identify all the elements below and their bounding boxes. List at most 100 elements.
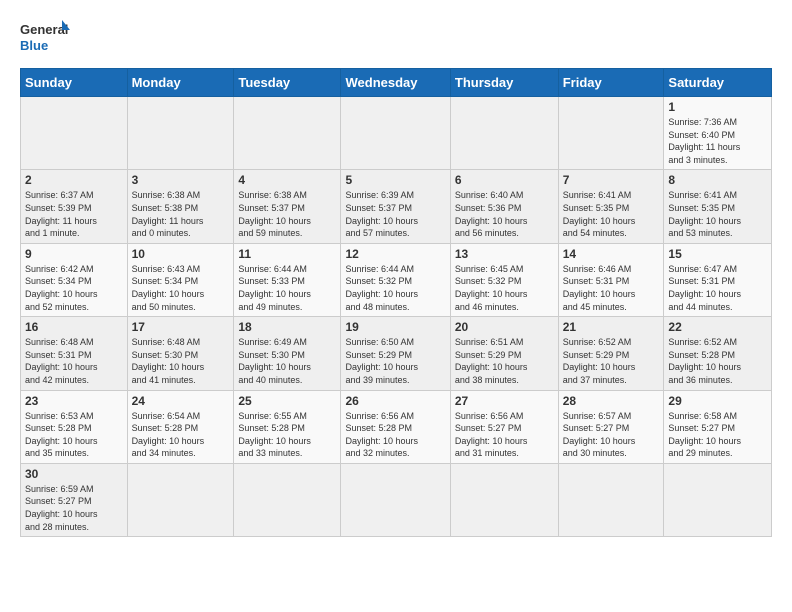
week-row-5: 23 Sunrise: 6:53 AM Sunset: 5:28 PM Dayli… xyxy=(21,390,772,463)
calendar-cell: 1Sunrise: 7:36 AM Sunset: 6:40 PM Daylig… xyxy=(664,97,772,170)
calendar-cell xyxy=(234,97,341,170)
calendar-cell: 12 Sunrise: 6:44 AM Sunset: 5:32 PM Dayli… xyxy=(341,243,450,316)
day-number: 25 xyxy=(238,394,336,408)
calendar-cell: 16 Sunrise: 6:48 AM Sunset: 5:31 PM Dayli… xyxy=(21,317,128,390)
calendar-cell: 22Sunrise: 6:52 AM Sunset: 5:28 PM Dayli… xyxy=(664,317,772,390)
calendar-cell: 19 Sunrise: 6:50 AM Sunset: 5:29 PM Dayli… xyxy=(341,317,450,390)
day-number: 20 xyxy=(455,320,554,334)
col-header-friday: Friday xyxy=(558,69,664,97)
calendar-cell: 9Sunrise: 6:42 AM Sunset: 5:34 PM Daylig… xyxy=(21,243,128,316)
day-number: 2 xyxy=(25,173,123,187)
calendar-cell: 10 Sunrise: 6:43 AM Sunset: 5:34 PM Dayli… xyxy=(127,243,234,316)
day-info: Sunrise: 6:51 AM Sunset: 5:29 PM Dayligh… xyxy=(455,336,554,386)
calendar-cell xyxy=(558,463,664,536)
day-number: 28 xyxy=(563,394,660,408)
day-info: Sunrise: 6:57 AM Sunset: 5:27 PM Dayligh… xyxy=(563,410,660,460)
calendar-header-row: SundayMondayTuesdayWednesdayThursdayFrid… xyxy=(21,69,772,97)
day-number: 27 xyxy=(455,394,554,408)
svg-text:General: General xyxy=(20,22,68,37)
col-header-sunday: Sunday xyxy=(21,69,128,97)
calendar-cell xyxy=(234,463,341,536)
week-row-3: 9Sunrise: 6:42 AM Sunset: 5:34 PM Daylig… xyxy=(21,243,772,316)
calendar-cell: 26 Sunrise: 6:56 AM Sunset: 5:28 PM Dayli… xyxy=(341,390,450,463)
week-row-6: 30 Sunrise: 6:59 AM Sunset: 5:27 PM Dayli… xyxy=(21,463,772,536)
col-header-thursday: Thursday xyxy=(450,69,558,97)
calendar-cell: 21Sunrise: 6:52 AM Sunset: 5:29 PM Dayli… xyxy=(558,317,664,390)
day-number: 19 xyxy=(345,320,445,334)
day-number: 16 xyxy=(25,320,123,334)
calendar-cell: 23 Sunrise: 6:53 AM Sunset: 5:28 PM Dayli… xyxy=(21,390,128,463)
day-number: 23 xyxy=(25,394,123,408)
day-info: Sunrise: 6:41 AM Sunset: 5:35 PM Dayligh… xyxy=(563,189,660,239)
day-number: 15 xyxy=(668,247,767,261)
day-number: 5 xyxy=(345,173,445,187)
calendar-cell: 30 Sunrise: 6:59 AM Sunset: 5:27 PM Dayli… xyxy=(21,463,128,536)
calendar-cell: 2 Sunrise: 6:37 AM Sunset: 5:39 PM Daylig… xyxy=(21,170,128,243)
calendar-cell: 4 Sunrise: 6:38 AM Sunset: 5:37 PM Daylig… xyxy=(234,170,341,243)
day-number: 9 xyxy=(25,247,123,261)
day-number: 8 xyxy=(668,173,767,187)
day-info: Sunrise: 6:43 AM Sunset: 5:34 PM Dayligh… xyxy=(132,263,230,313)
calendar-cell xyxy=(21,97,128,170)
day-info: Sunrise: 6:44 AM Sunset: 5:33 PM Dayligh… xyxy=(238,263,336,313)
calendar-cell: 15Sunrise: 6:47 AM Sunset: 5:31 PM Dayli… xyxy=(664,243,772,316)
day-number: 24 xyxy=(132,394,230,408)
calendar-cell xyxy=(127,463,234,536)
calendar-cell xyxy=(450,463,558,536)
day-number: 6 xyxy=(455,173,554,187)
calendar-cell: 8 Sunrise: 6:41 AM Sunset: 5:35 PM Daylig… xyxy=(664,170,772,243)
calendar-cell: 7Sunrise: 6:41 AM Sunset: 5:35 PM Daylig… xyxy=(558,170,664,243)
day-info: Sunrise: 6:52 AM Sunset: 5:28 PM Dayligh… xyxy=(668,336,767,386)
calendar-cell: 6 Sunrise: 6:40 AM Sunset: 5:36 PM Daylig… xyxy=(450,170,558,243)
day-info: Sunrise: 6:53 AM Sunset: 5:28 PM Dayligh… xyxy=(25,410,123,460)
day-number: 18 xyxy=(238,320,336,334)
day-info: Sunrise: 6:50 AM Sunset: 5:29 PM Dayligh… xyxy=(345,336,445,386)
week-row-2: 2 Sunrise: 6:37 AM Sunset: 5:39 PM Daylig… xyxy=(21,170,772,243)
calendar-cell: 28 Sunrise: 6:57 AM Sunset: 5:27 PM Dayli… xyxy=(558,390,664,463)
calendar-cell: 20 Sunrise: 6:51 AM Sunset: 5:29 PM Dayli… xyxy=(450,317,558,390)
day-info: Sunrise: 6:40 AM Sunset: 5:36 PM Dayligh… xyxy=(455,189,554,239)
day-info: Sunrise: 6:56 AM Sunset: 5:28 PM Dayligh… xyxy=(345,410,445,460)
calendar-cell: 24 Sunrise: 6:54 AM Sunset: 5:28 PM Dayli… xyxy=(127,390,234,463)
day-number: 4 xyxy=(238,173,336,187)
calendar-cell: 18 Sunrise: 6:49 AM Sunset: 5:30 PM Dayli… xyxy=(234,317,341,390)
week-row-4: 16 Sunrise: 6:48 AM Sunset: 5:31 PM Dayli… xyxy=(21,317,772,390)
day-number: 12 xyxy=(345,247,445,261)
day-number: 21 xyxy=(563,320,660,334)
week-row-1: 1Sunrise: 7:36 AM Sunset: 6:40 PM Daylig… xyxy=(21,97,772,170)
calendar-cell xyxy=(450,97,558,170)
col-header-monday: Monday xyxy=(127,69,234,97)
calendar-cell xyxy=(558,97,664,170)
day-info: Sunrise: 6:44 AM Sunset: 5:32 PM Dayligh… xyxy=(345,263,445,313)
calendar-cell: 29 Sunrise: 6:58 AM Sunset: 5:27 PM Dayli… xyxy=(664,390,772,463)
day-info: Sunrise: 6:48 AM Sunset: 5:31 PM Dayligh… xyxy=(25,336,123,386)
day-number: 30 xyxy=(25,467,123,481)
day-number: 3 xyxy=(132,173,230,187)
generalblue-logo-icon: General Blue xyxy=(20,16,70,58)
day-info: Sunrise: 6:49 AM Sunset: 5:30 PM Dayligh… xyxy=(238,336,336,386)
calendar-cell: 17Sunrise: 6:48 AM Sunset: 5:30 PM Dayli… xyxy=(127,317,234,390)
header: General Blue xyxy=(20,16,772,58)
day-number: 14 xyxy=(563,247,660,261)
day-number: 10 xyxy=(132,247,230,261)
calendar-cell xyxy=(341,97,450,170)
day-info: Sunrise: 7:36 AM Sunset: 6:40 PM Dayligh… xyxy=(668,116,767,166)
calendar-cell: 11Sunrise: 6:44 AM Sunset: 5:33 PM Dayli… xyxy=(234,243,341,316)
day-info: Sunrise: 6:58 AM Sunset: 5:27 PM Dayligh… xyxy=(668,410,767,460)
day-info: Sunrise: 6:37 AM Sunset: 5:39 PM Dayligh… xyxy=(25,189,123,239)
day-info: Sunrise: 6:59 AM Sunset: 5:27 PM Dayligh… xyxy=(25,483,123,533)
day-info: Sunrise: 6:45 AM Sunset: 5:32 PM Dayligh… xyxy=(455,263,554,313)
calendar-cell: 27 Sunrise: 6:56 AM Sunset: 5:27 PM Dayli… xyxy=(450,390,558,463)
calendar-table: SundayMondayTuesdayWednesdayThursdayFrid… xyxy=(20,68,772,537)
day-info: Sunrise: 6:38 AM Sunset: 5:37 PM Dayligh… xyxy=(238,189,336,239)
svg-text:Blue: Blue xyxy=(20,38,48,53)
logo: General Blue xyxy=(20,16,70,58)
day-info: Sunrise: 6:46 AM Sunset: 5:31 PM Dayligh… xyxy=(563,263,660,313)
calendar-cell xyxy=(664,463,772,536)
day-number: 17 xyxy=(132,320,230,334)
day-info: Sunrise: 6:56 AM Sunset: 5:27 PM Dayligh… xyxy=(455,410,554,460)
day-number: 26 xyxy=(345,394,445,408)
day-info: Sunrise: 6:41 AM Sunset: 5:35 PM Dayligh… xyxy=(668,189,767,239)
day-info: Sunrise: 6:54 AM Sunset: 5:28 PM Dayligh… xyxy=(132,410,230,460)
day-number: 29 xyxy=(668,394,767,408)
